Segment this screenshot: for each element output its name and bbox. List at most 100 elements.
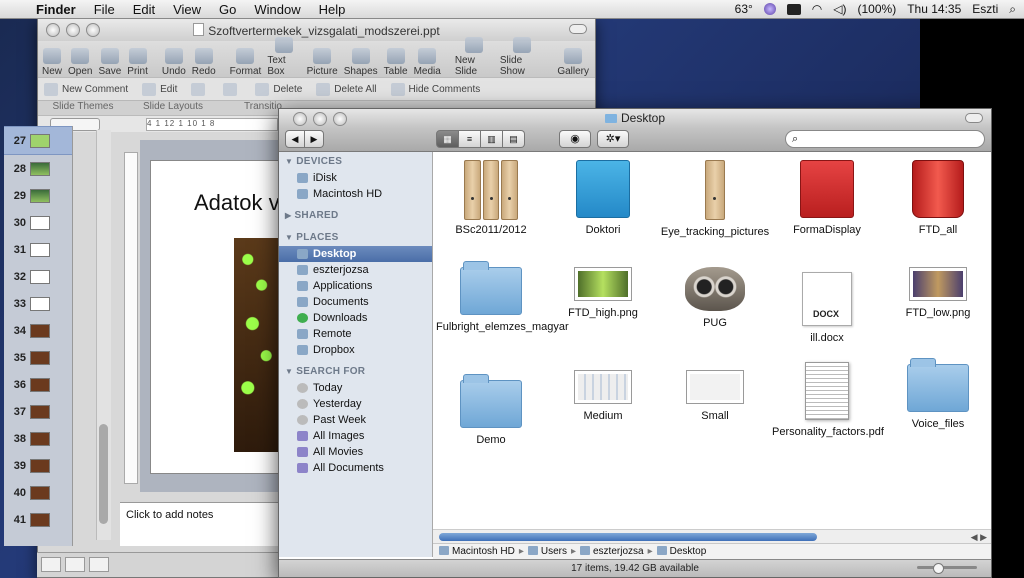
- prev-comment-button[interactable]: [191, 82, 209, 96]
- table-button[interactable]: Table: [384, 48, 408, 77]
- slide-thumb[interactable]: 33: [4, 290, 72, 317]
- path-item-macintosh-hd[interactable]: Macintosh HD: [439, 546, 515, 557]
- path-item-users[interactable]: Users: [527, 546, 567, 557]
- activity-icon[interactable]: [763, 3, 776, 15]
- save-button[interactable]: Save: [98, 48, 121, 77]
- file-item[interactable]: FTD_high.png: [548, 267, 658, 320]
- delete-comment-button[interactable]: Delete: [255, 82, 302, 96]
- toolbar-toggle-button[interactable]: [569, 24, 587, 34]
- next-comment-button[interactable]: [223, 82, 241, 96]
- file-item[interactable]: Personality_factors.pdf: [772, 362, 884, 439]
- shapes-button[interactable]: Shapes: [344, 48, 378, 77]
- sidebar-item-yesterday[interactable]: Yesterday: [279, 396, 432, 412]
- text-box-button[interactable]: Text Box: [267, 37, 300, 77]
- sidebar-item-documents[interactable]: Documents: [279, 294, 432, 310]
- scroll-thumb[interactable]: [99, 424, 108, 524]
- path-item-home[interactable]: eszterjozsa: [580, 546, 644, 557]
- file-item[interactable]: Demo: [436, 374, 546, 447]
- slide-thumb[interactable]: 28: [4, 155, 72, 182]
- slide-thumb[interactable]: 27: [4, 126, 72, 155]
- slide-thumb[interactable]: 35: [4, 344, 72, 371]
- slide-thumb[interactable]: 39: [4, 452, 72, 479]
- new-button[interactable]: New: [42, 48, 62, 77]
- file-item[interactable]: FTD_all: [883, 160, 991, 237]
- slide-thumb[interactable]: 38: [4, 425, 72, 452]
- sidebar-item-idisk[interactable]: iDisk: [279, 170, 432, 186]
- cover-flow-button[interactable]: ▤: [503, 130, 525, 148]
- scroll-thumb[interactable]: [439, 533, 817, 541]
- slide-thumb[interactable]: 31: [4, 236, 72, 263]
- slide-thumb[interactable]: 30: [4, 209, 72, 236]
- file-item[interactable]: DOCX ill.docx: [772, 272, 882, 345]
- hide-comments-button[interactable]: Hide Comments: [390, 82, 480, 96]
- sidebar-item-dropbox[interactable]: Dropbox: [279, 342, 432, 358]
- undo-button[interactable]: Undo: [162, 48, 186, 77]
- horizontal-scrollbar[interactable]: ◀ ▶: [433, 529, 991, 544]
- wifi-icon[interactable]: ◠: [812, 2, 822, 16]
- action-gear-button[interactable]: ✲▾: [597, 130, 629, 148]
- slide-thumb[interactable]: 41: [4, 506, 72, 533]
- slide-thumb[interactable]: 29: [4, 182, 72, 209]
- presenter-view-button[interactable]: [89, 557, 109, 572]
- spotlight-icon[interactable]: ⌕: [1009, 2, 1016, 17]
- display-icon[interactable]: [786, 3, 801, 15]
- battery-readout[interactable]: (100%): [858, 2, 897, 16]
- slide-thumb[interactable]: 37: [4, 398, 72, 425]
- sidebar-heading[interactable]: ▼ SEARCH FOR: [279, 362, 432, 380]
- heatmap-image[interactable]: [234, 238, 280, 452]
- finder-titlebar[interactable]: Desktop: [279, 109, 991, 128]
- new-comment-button[interactable]: New Comment: [44, 82, 128, 96]
- tab-slide-themes[interactable]: Slide Themes: [38, 101, 128, 115]
- format-button[interactable]: Format: [230, 48, 261, 77]
- slide-thumb[interactable]: 32: [4, 263, 72, 290]
- user-name[interactable]: Eszti: [972, 2, 998, 16]
- file-item[interactable]: FormaDisplay: [772, 160, 882, 237]
- sidebar-item-today[interactable]: Today: [279, 380, 432, 396]
- menu-go[interactable]: Go: [219, 2, 236, 17]
- file-area[interactable]: BSc2011/2012 Doktori Eye_tracking_pictur…: [433, 152, 991, 532]
- file-item[interactable]: Medium: [548, 370, 658, 423]
- redo-button[interactable]: Redo: [192, 48, 216, 77]
- menu-view[interactable]: View: [173, 2, 201, 17]
- new-slide-button[interactable]: New Slide: [455, 37, 494, 77]
- list-view-button[interactable]: ≡: [459, 130, 481, 148]
- sidebar-heading[interactable]: ▼ PLACES: [279, 228, 432, 246]
- sidebar-item-all-movies[interactable]: All Movies: [279, 444, 432, 460]
- sidebar-item-downloads[interactable]: Downloads: [279, 310, 432, 326]
- back-button[interactable]: ◀: [285, 130, 305, 148]
- slide-thumb[interactable]: 36: [4, 371, 72, 398]
- edit-comment-button[interactable]: Edit: [142, 82, 177, 96]
- file-item[interactable]: FTD_low.png: [883, 267, 991, 320]
- menu-app-finder[interactable]: Finder: [36, 2, 76, 17]
- sidebar-item-all-images[interactable]: All Images: [279, 428, 432, 444]
- file-item[interactable]: Voice_files: [883, 358, 991, 431]
- sidebar-item-desktop[interactable]: Desktop: [279, 246, 432, 262]
- open-button[interactable]: Open: [68, 48, 92, 77]
- volume-icon[interactable]: ◁): [833, 2, 846, 16]
- print-button[interactable]: Print: [127, 48, 148, 77]
- menu-help[interactable]: Help: [319, 2, 346, 17]
- slide-title-text[interactable]: Adatok v: [194, 190, 280, 216]
- sidebar-item-applications[interactable]: Applications: [279, 278, 432, 294]
- forward-button[interactable]: ▶: [305, 130, 324, 148]
- sidebar-item-home[interactable]: eszterjozsa: [279, 262, 432, 278]
- picture-button[interactable]: Picture: [307, 48, 338, 77]
- file-item[interactable]: BSc2011/2012: [436, 160, 546, 237]
- sidebar-item-all-documents[interactable]: All Documents: [279, 460, 432, 476]
- slide-thumb[interactable]: 34: [4, 317, 72, 344]
- menu-window[interactable]: Window: [254, 2, 300, 17]
- file-item[interactable]: Fulbright_elemzes_magyar: [436, 261, 569, 334]
- quick-look-button[interactable]: ◉: [559, 130, 591, 148]
- tab-slide-layouts[interactable]: Slide Layouts: [128, 101, 218, 115]
- slide-sorter-button[interactable]: [65, 557, 85, 572]
- slide-show-button[interactable]: Slide Show: [500, 37, 543, 77]
- sidebar-item-past-week[interactable]: Past Week: [279, 412, 432, 428]
- gallery-button[interactable]: Gallery: [557, 48, 589, 77]
- file-item[interactable]: Eye_tracking_pictures: [660, 160, 770, 239]
- file-item[interactable]: PUG: [660, 267, 770, 330]
- delete-all-button[interactable]: Delete All: [316, 82, 377, 96]
- notes-field[interactable]: Click to add notes: [120, 502, 280, 546]
- sidebar-item-remote[interactable]: Remote: [279, 326, 432, 342]
- icon-size-slider[interactable]: [917, 563, 977, 574]
- sidebar-item-macintosh-hd[interactable]: Macintosh HD: [279, 186, 432, 202]
